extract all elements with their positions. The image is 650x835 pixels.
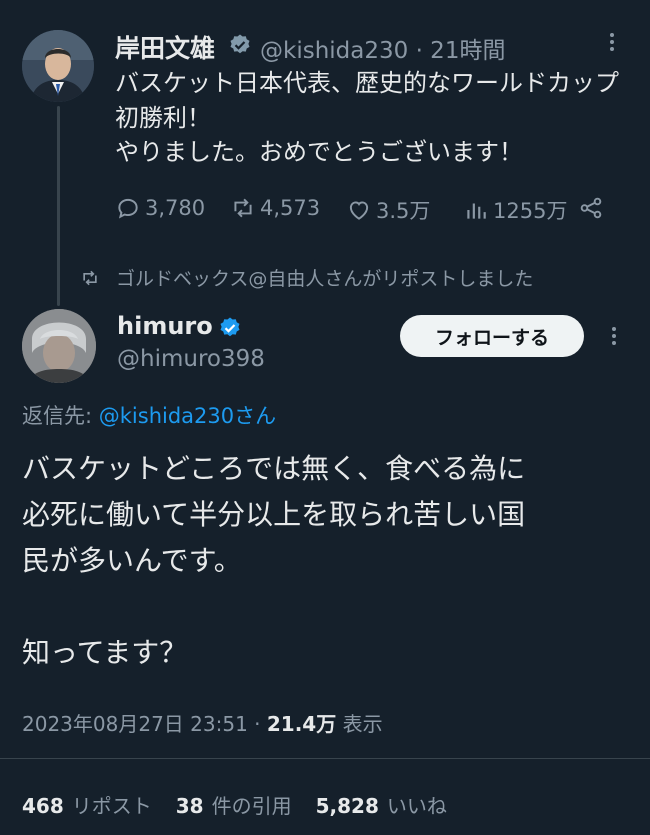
verified-badge-icon bbox=[230, 34, 250, 54]
reply-to-handle-link[interactable]: @kishida230さん bbox=[99, 404, 276, 428]
author-name[interactable]: himuro bbox=[117, 312, 213, 340]
timestamp[interactable]: 2023年08月27日 23:51 · bbox=[22, 712, 267, 736]
tweet-text: バスケット日本代表、歴史的なワールドカップ初勝利！ やりました。おめでとうござい… bbox=[115, 69, 619, 166]
author-name[interactable]: 岸田文雄 bbox=[115, 29, 215, 65]
likes-stat[interactable]: 5,828 いいね bbox=[316, 790, 447, 819]
reposts-stat[interactable]: 468 リポスト bbox=[22, 790, 152, 819]
thread-connector bbox=[57, 106, 60, 306]
person-avatar-icon bbox=[22, 30, 94, 102]
verified-badge-icon bbox=[220, 317, 240, 337]
likes-label: いいね bbox=[386, 794, 447, 818]
analytics-icon bbox=[467, 203, 486, 219]
repost-icon bbox=[234, 198, 252, 218]
share-button[interactable] bbox=[578, 195, 604, 221]
repost-icon bbox=[83, 270, 97, 285]
repost-notice-text: ゴルドベックス@自由人さんがリポストしました bbox=[116, 268, 534, 290]
author-handle[interactable]: @himuro398 bbox=[117, 346, 265, 372]
author-handle-time[interactable]: @kishida230 · 21時間 bbox=[260, 31, 505, 65]
views-count: 21.4万 bbox=[266, 712, 337, 736]
avatar[interactable] bbox=[22, 309, 96, 383]
reposts-count: 468 bbox=[22, 794, 64, 818]
person-avatar-icon bbox=[22, 309, 96, 383]
quotes-stat[interactable]: 38 件の引用 bbox=[176, 790, 292, 819]
reposts-label: リポスト bbox=[71, 794, 152, 818]
reply-icon bbox=[118, 198, 138, 219]
like-count: 3.5万 bbox=[376, 199, 431, 223]
reply-to-line: 返信先: @kishida230さん bbox=[22, 400, 276, 430]
repost-notice[interactable]: ゴルドベックス@自由人さんがリポストしました bbox=[80, 264, 533, 291]
likes-count: 5,828 bbox=[315, 794, 379, 818]
engagement-counts: 468 リポスト 38 件の引用 5,828 いいね bbox=[22, 790, 447, 819]
repost-count: 4,573 bbox=[260, 196, 321, 220]
views-label: 表示 bbox=[336, 712, 383, 736]
share-icon bbox=[580, 197, 602, 219]
views-count: 1255万 bbox=[493, 199, 568, 223]
reply-button[interactable]: 3,780 bbox=[115, 195, 205, 221]
repost-button[interactable]: 4,573 bbox=[230, 195, 320, 221]
views-button[interactable]: 1255万 bbox=[463, 195, 567, 225]
tweet-meta: 2023年08月27日 23:51 · 21.4万 表示 bbox=[22, 708, 383, 737]
divider bbox=[0, 758, 650, 759]
heart-icon bbox=[349, 201, 369, 220]
quotes-label: 件の引用 bbox=[211, 794, 292, 818]
more-options-icon[interactable] bbox=[600, 30, 624, 54]
reply-count: 3,780 bbox=[145, 196, 206, 220]
avatar[interactable] bbox=[22, 30, 94, 102]
more-options-icon[interactable] bbox=[602, 324, 626, 348]
quotes-count: 38 bbox=[175, 794, 204, 818]
follow-button[interactable]: フォローする bbox=[400, 315, 584, 357]
like-button[interactable]: 3.5万 bbox=[346, 195, 430, 225]
tweet-text: バスケットどころでは無く、食べる為に 必死に働いて半分以上を取られ苦しい国 民が… bbox=[22, 452, 526, 669]
reply-to-prefix: 返信先: bbox=[22, 404, 99, 428]
